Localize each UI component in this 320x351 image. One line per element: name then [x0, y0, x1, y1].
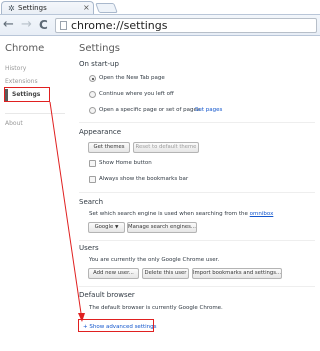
- annotation-arrow-line: [49, 101, 83, 321]
- annotation-arrow-head: [78, 313, 85, 322]
- annotation-arrow: [49, 101, 85, 322]
